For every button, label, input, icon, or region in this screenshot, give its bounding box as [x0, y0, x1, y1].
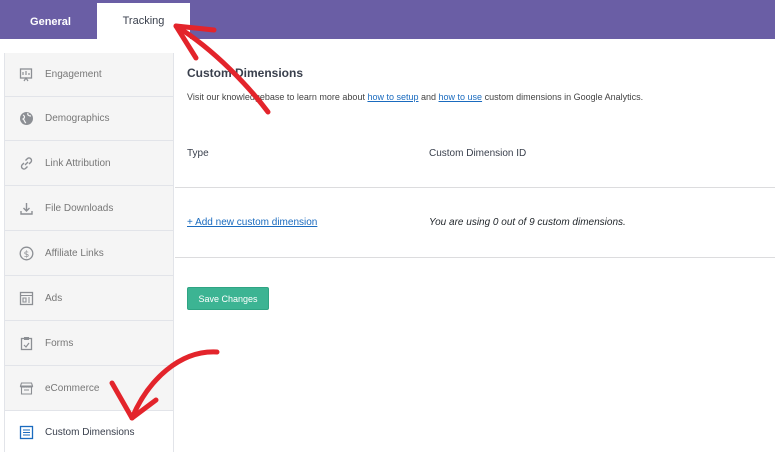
sidebar-item-forms[interactable]: Forms	[5, 322, 173, 366]
sidebar-item-engagement[interactable]: Engagement	[5, 53, 173, 97]
add-custom-dimension-link[interactable]: + Add new custom dimension	[187, 217, 317, 228]
desc-text: Visit our knowledgebase to learn more ab…	[187, 92, 368, 102]
sidebar-item-file-downloads[interactable]: File Downloads	[5, 187, 173, 231]
sidebar-item-ads[interactable]: Ads	[5, 277, 173, 321]
globe-icon	[17, 110, 35, 128]
sidebar-item-label: Ads	[45, 293, 63, 304]
desc-text: custom dimensions in Google Analytics.	[482, 92, 644, 102]
download-icon	[17, 200, 35, 218]
top-tab-bar: General Tracking	[0, 0, 775, 39]
list-icon	[17, 424, 35, 442]
tab-tracking[interactable]: Tracking	[97, 3, 190, 39]
divider	[175, 257, 775, 258]
column-header-type: Type	[187, 148, 209, 159]
sidebar-item-affiliate-links[interactable]: $ Affiliate Links	[5, 232, 173, 276]
sidebar-item-ecommerce[interactable]: eCommerce	[5, 367, 173, 411]
save-changes-button[interactable]: Save Changes	[187, 287, 269, 310]
dollar-icon: $	[17, 245, 35, 263]
sidebar-item-label: Demographics	[45, 113, 110, 124]
page-title: Custom Dimensions	[187, 66, 304, 80]
how-to-use-link[interactable]: how to use	[439, 92, 483, 102]
link-icon	[17, 155, 35, 173]
engagement-icon	[17, 66, 35, 84]
sidebar-item-label: Affiliate Links	[45, 248, 104, 259]
clipboard-icon	[17, 335, 35, 353]
sidebar-item-link-attribution[interactable]: Link Attribution	[5, 142, 173, 186]
tab-general[interactable]: General	[4, 4, 97, 39]
sidebar-item-label: Link Attribution	[45, 158, 111, 169]
sidebar: Engagement Demographics Link Attribution…	[4, 53, 174, 452]
sidebar-item-label: Forms	[45, 338, 74, 349]
usage-text: You are using 0 out of 9 custom dimensio…	[429, 217, 626, 228]
sidebar-item-label: Custom Dimensions	[45, 427, 135, 438]
svg-text:$: $	[23, 250, 29, 260]
description: Visit our knowledgebase to learn more ab…	[187, 92, 643, 102]
column-header-id: Custom Dimension ID	[429, 148, 527, 159]
store-icon	[17, 380, 35, 398]
desc-text: and	[418, 92, 439, 102]
sidebar-item-label: Engagement	[45, 69, 102, 80]
ads-icon	[17, 290, 35, 308]
how-to-setup-link[interactable]: how to setup	[367, 92, 418, 102]
sidebar-item-label: File Downloads	[45, 203, 114, 214]
sidebar-item-demographics[interactable]: Demographics	[5, 97, 173, 141]
sidebar-item-label: eCommerce	[45, 383, 100, 394]
sidebar-item-custom-dimensions[interactable]: Custom Dimensions	[5, 411, 173, 452]
divider	[175, 187, 775, 188]
